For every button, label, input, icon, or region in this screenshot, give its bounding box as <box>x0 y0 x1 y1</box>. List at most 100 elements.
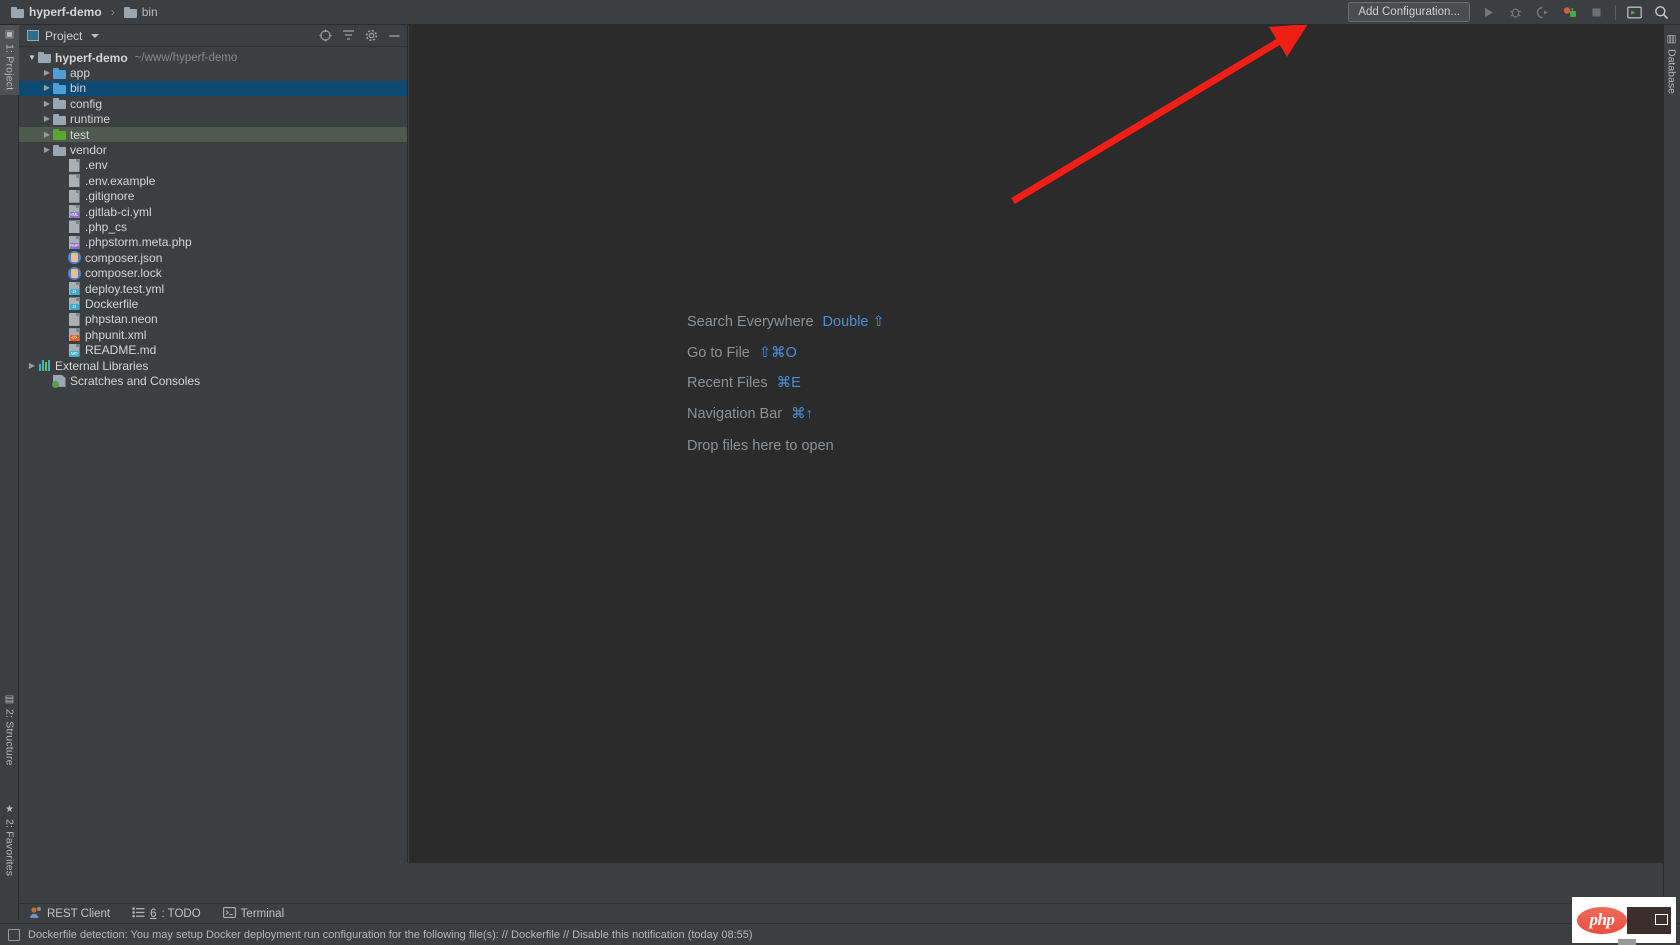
editor-shortcut-hints: Search Everywhere Double ⇧ Go to File ⇧⌘O Re… <box>687 307 885 462</box>
tree-row-label: runtime <box>70 112 111 127</box>
sidebar-item-project[interactable]: ▣ 1: Project <box>0 25 19 95</box>
run-icon[interactable] <box>1480 4 1497 21</box>
chevron-right-icon[interactable]: ▶ <box>27 361 37 370</box>
chevron-right-icon[interactable]: ▶ <box>42 146 52 154</box>
editor-empty-area[interactable]: Search Everywhere Double ⇧ Go to File ⇧⌘O Re… <box>409 25 1663 863</box>
project-panel-title[interactable]: Project <box>27 29 100 43</box>
tree-row[interactable]: ▶ vendor <box>19 142 407 157</box>
terminal-icon[interactable] <box>1626 4 1643 21</box>
tree-row[interactable]: .gitignore <box>19 189 407 204</box>
chevron-right-icon[interactable]: ▶ <box>42 115 52 123</box>
tree-row-label: deploy.test.yml <box>85 281 165 296</box>
right-tool-window-strip: ▥ Database <box>1663 25 1680 920</box>
folder-icon <box>11 6 24 18</box>
project-tool-window: Project ▼ hyperf-demo ~/www/hyperf-demo … <box>19 25 408 863</box>
bottom-item-label: REST Client <box>47 907 111 920</box>
folder-icon <box>52 113 66 125</box>
breadcrumb: hyperf-demo › bin <box>0 4 161 20</box>
tree-row-label: phpstan.neon <box>85 312 158 327</box>
folder-icon <box>52 98 66 110</box>
editor-hint-shortcut: ⇧⌘O <box>758 344 797 361</box>
tree-row[interactable]: Ddeploy.test.yml <box>19 281 407 296</box>
sidebar-item-database[interactable]: ▥ Database <box>1663 29 1680 98</box>
tree-row-label: composer.json <box>85 250 163 265</box>
tree-row[interactable]: PHP .phpstorm.meta.php <box>19 235 407 250</box>
tree-row-label: .gitignore <box>85 189 135 204</box>
tree-row-label: phpunit.xml <box>85 327 147 342</box>
sidebar-item-label: 1: Project <box>3 44 16 91</box>
chevron-down-icon[interactable] <box>91 33 100 38</box>
tree-row[interactable]: D Dockerfile <box>19 296 407 311</box>
breadcrumb-item-bin[interactable]: bin <box>121 4 161 20</box>
php-interpreter-widget[interactable]: php <box>1572 897 1676 945</box>
editor-hint-label: Navigation Bar <box>687 405 783 422</box>
file-text-icon <box>68 158 80 172</box>
tree-row[interactable]: ▶ runtime <box>19 112 407 127</box>
search-icon[interactable] <box>1653 4 1670 21</box>
tree-row[interactable]: composer.json <box>19 250 407 265</box>
hide-icon[interactable] <box>387 29 401 43</box>
sidebar-item-structure[interactable]: ▤ 2: Structure <box>0 690 19 770</box>
project-file-tree[interactable]: ▼ hyperf-demo ~/www/hyperf-demo ▶ app ▶ bin ▶ co… <box>19 47 407 389</box>
tree-row[interactable]: YML .gitlab-ci.yml <box>19 204 407 219</box>
target-icon[interactable] <box>318 29 332 43</box>
debug-icon[interactable] <box>1507 4 1524 21</box>
file-xml-icon: </> <box>68 328 80 342</box>
sidebar-item-label: 2: Structure <box>3 709 16 766</box>
phpstorm-window: hyperf-demo › bin Add Configuration... ▣… <box>0 0 1680 945</box>
editor-hint-shortcut: Double ⇧ <box>822 314 885 331</box>
add-configuration-button[interactable]: Add Configuration... <box>1348 2 1470 22</box>
sidebar-item-label: 2: Favorites <box>3 819 16 877</box>
folder-green-icon <box>52 129 66 141</box>
chevron-right-icon[interactable]: ▶ <box>42 130 52 139</box>
collapse-all-icon[interactable] <box>341 29 355 43</box>
tree-row-label: hyperf-demo <box>55 50 128 65</box>
coverage-icon[interactable] <box>1534 4 1551 21</box>
tree-row[interactable]: ▶ External Libraries <box>19 358 407 373</box>
editor-hint-label: Search Everywhere <box>687 314 814 331</box>
tree-row[interactable]: Scratches and Consoles <box>19 373 407 388</box>
file-docker-icon: D <box>68 282 80 296</box>
file-text-icon <box>68 220 80 234</box>
bottom-item-rest-client[interactable]: REST Client <box>29 906 110 922</box>
project-panel-actions <box>318 29 401 43</box>
folder-blue-icon <box>52 67 66 79</box>
notification-icon[interactable] <box>8 928 20 941</box>
tree-row[interactable]: .php_cs <box>19 219 407 234</box>
bottom-item-terminal[interactable]: Terminal <box>222 906 284 921</box>
tree-row[interactable]: MD README.md <box>19 342 407 357</box>
bottom-item-todo[interactable]: 6 : TODO <box>132 906 201 921</box>
tree-row[interactable]: </> phpunit.xml <box>19 327 407 342</box>
file-yml-icon: YML <box>68 205 80 219</box>
editor-drop-hint-label: Drop files here to open <box>687 438 834 455</box>
tree-row[interactable]: ▶ bin <box>19 80 407 97</box>
chevron-right-icon[interactable]: ▶ <box>42 69 52 77</box>
profile-icon[interactable] <box>1561 4 1578 21</box>
settings-gear-icon[interactable] <box>364 29 378 43</box>
tree-row[interactable]: ▶ app <box>19 65 407 80</box>
bottom-tool-window-bar: REST Client 6 : TODO Terminal <box>19 903 1663 923</box>
php-widget-panel <box>1626 906 1671 934</box>
tree-row[interactable]: ▶ test <box>19 126 407 143</box>
tree-row-label: Dockerfile <box>85 296 139 311</box>
chevron-right-icon[interactable]: ▶ <box>42 84 52 92</box>
tree-row[interactable]: composer.lock <box>19 265 407 280</box>
breadcrumb-item-project[interactable]: hyperf-demo <box>8 4 105 20</box>
chevron-right-icon[interactable]: ▶ <box>42 99 52 108</box>
editor-hint-label: Go to File <box>687 344 750 361</box>
editor-hint-row: Go to File ⇧⌘O <box>687 338 885 369</box>
file-md-icon: MD <box>68 343 80 357</box>
tree-row[interactable]: .env.example <box>19 173 407 188</box>
composer-icon <box>67 251 81 265</box>
chevron-down-icon[interactable]: ▼ <box>27 53 37 62</box>
editor-drop-hint: Drop files here to open <box>687 431 885 462</box>
folder-blue-icon <box>52 82 66 94</box>
tree-row[interactable]: phpstan.neon <box>19 312 407 327</box>
tree-row[interactable]: ▼ hyperf-demo ~/www/hyperf-demo <box>19 50 407 65</box>
tree-row[interactable]: .env <box>19 158 407 173</box>
terminal-icon <box>222 906 236 921</box>
sidebar-item-favorites[interactable]: ★ 2: Favorites <box>0 800 19 880</box>
tree-row-label: test <box>70 127 90 142</box>
stop-icon[interactable] <box>1588 4 1605 21</box>
tree-row[interactable]: ▶ config <box>19 96 407 111</box>
